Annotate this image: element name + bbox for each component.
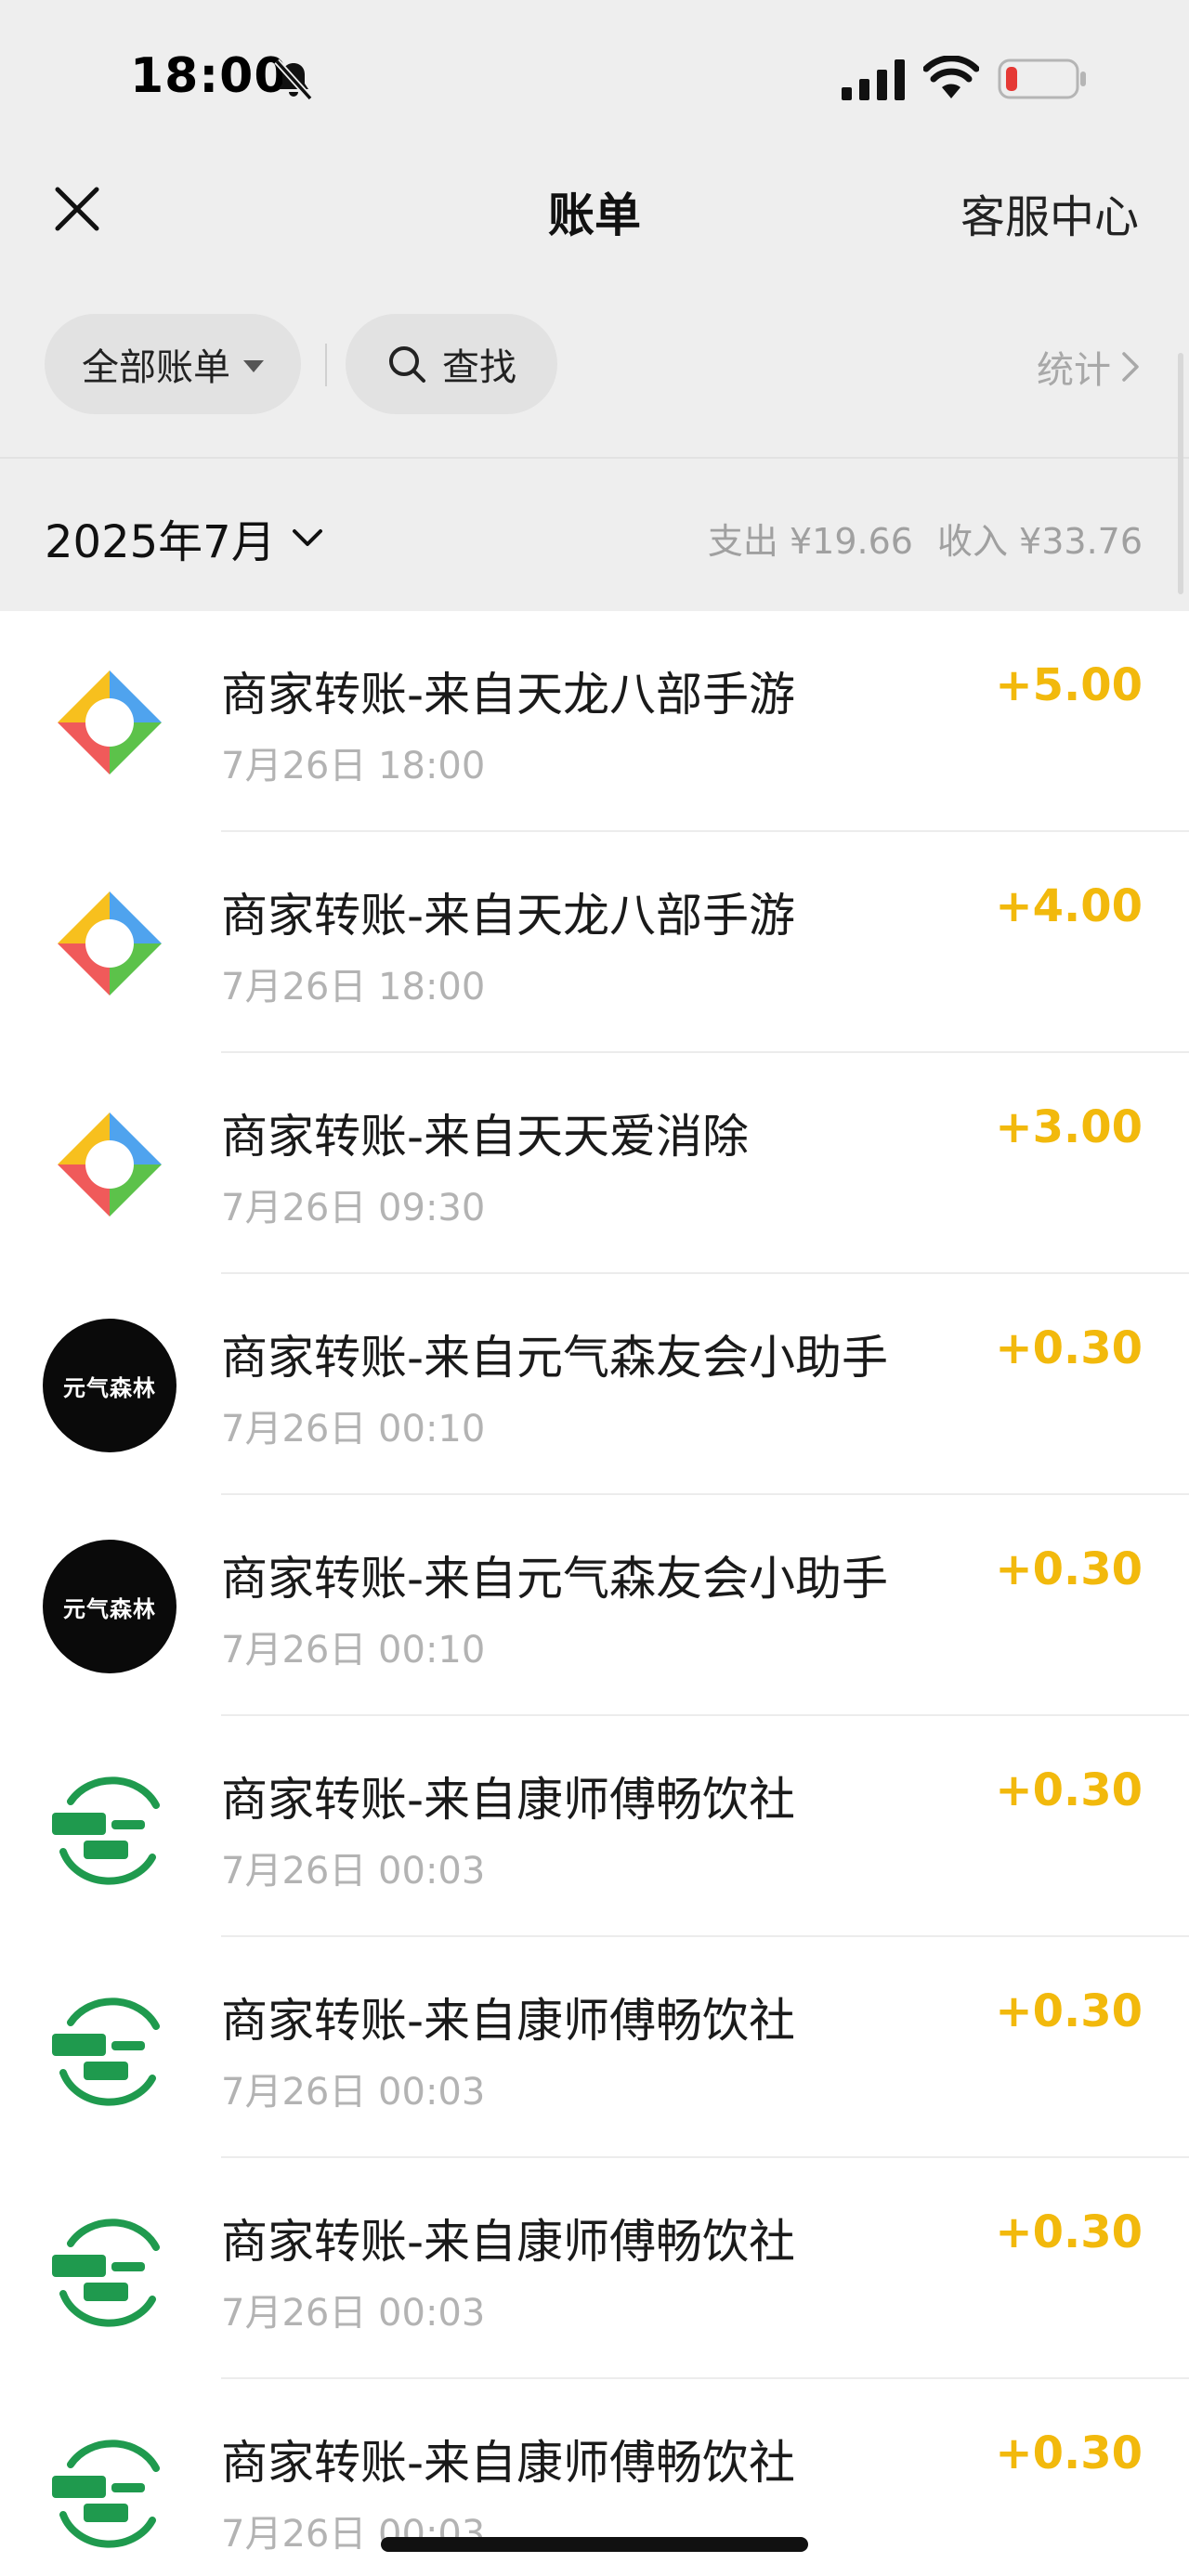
search-button[interactable]: 查找 — [346, 314, 557, 414]
bell-muted-icon — [274, 59, 313, 101]
transaction-title: 商家转账-来自康师傅畅饮社 — [221, 1773, 796, 1827]
transaction-row[interactable]: 元气森林 商家转账-来自元气森友会小助手 7月26日 00:10 +0.30 — [0, 1495, 1189, 1716]
status-time: 18:00 — [130, 48, 289, 104]
all-bills-label: 全部账单 — [82, 346, 230, 389]
chevron-right-icon — [1122, 352, 1139, 382]
customer-service-link[interactable]: 客服中心 — [960, 180, 1139, 245]
home-indicator — [381, 2537, 808, 2552]
tencent-games-icon — [58, 670, 162, 774]
transaction-amount: +3.00 — [995, 1101, 1143, 1153]
transaction-time: 7月26日 18:00 — [221, 745, 486, 787]
stats-label: 统计 — [1037, 349, 1111, 392]
transaction-row[interactable]: 商家转账-来自天天爱消除 7月26日 09:30 +3.00 — [0, 1053, 1189, 1274]
filter-divider — [325, 344, 327, 386]
transaction-amount: +0.30 — [995, 1764, 1143, 1816]
yuanqi-forest-logo: 元气森林 — [43, 1540, 176, 1673]
transaction-amount: +0.30 — [995, 1322, 1143, 1374]
summary-expense: 支出 ¥19.66 — [707, 521, 913, 562]
tencent-games-icon — [58, 1112, 162, 1216]
tencent-games-icon — [58, 891, 162, 995]
search-label: 查找 — [442, 346, 516, 389]
transaction-amount: +0.30 — [995, 1985, 1143, 2037]
summary-income: 收入 ¥33.76 — [936, 521, 1143, 562]
transaction-row[interactable]: 商家转账-来自康师傅畅饮社 7月26日 00:03 +0.30 — [0, 1937, 1189, 2158]
transaction-row[interactable]: 商家转账-来自康师傅畅饮社 7月26日 00:03 +0.30 — [0, 1716, 1189, 1937]
scrollbar[interactable] — [1178, 353, 1183, 594]
transaction-row[interactable]: 元气森林 商家转账-来自元气森友会小助手 7月26日 00:10 +0.30 — [0, 1274, 1189, 1495]
transaction-list: 商家转账-来自天龙八部手游 7月26日 18:00 +5.00 商家转账-来自天龙八部… — [0, 611, 1189, 2576]
kangshifu-logo — [52, 2439, 160, 2548]
wifi-icon — [923, 56, 979, 98]
transaction-time: 7月26日 00:03 — [221, 1850, 486, 1893]
transaction-row[interactable]: 商家转账-来自天龙八部手游 7月26日 18:00 +5.00 — [0, 611, 1189, 832]
transaction-amount: +0.30 — [995, 1543, 1143, 1595]
transaction-time: 7月26日 09:30 — [221, 1187, 486, 1229]
transaction-title: 商家转账-来自元气森友会小助手 — [221, 1331, 889, 1385]
transaction-amount: +0.30 — [995, 2427, 1143, 2479]
yuanqi-forest-logo: 元气森林 — [43, 1319, 176, 1452]
stats-link[interactable]: 统计 — [1037, 340, 1143, 394]
kangshifu-logo — [52, 1776, 160, 1885]
transaction-amount: +0.30 — [995, 2206, 1143, 2258]
month-selector[interactable]: 2025年7月 — [45, 505, 324, 570]
transaction-title: 商家转账-来自天龙八部手游 — [221, 668, 796, 722]
chevron-down-icon — [292, 529, 322, 546]
transaction-row[interactable]: 商家转账-来自天龙八部手游 7月26日 18:00 +4.00 — [0, 832, 1189, 1053]
kangshifu-logo — [52, 2218, 160, 2327]
transaction-time: 7月26日 00:10 — [221, 1629, 486, 1672]
transaction-title: 商家转账-来自元气森友会小助手 — [221, 1552, 889, 1606]
caret-down-icon — [243, 359, 264, 372]
transaction-row[interactable]: 商家转账-来自康师傅畅饮社 7月26日 00:03 +0.30 — [0, 2158, 1189, 2379]
battery-low-icon — [998, 59, 1086, 99]
transaction-title: 商家转账-来自天天爱消除 — [221, 1110, 750, 1164]
transaction-time: 7月26日 00:10 — [221, 1408, 486, 1451]
signal-icon — [842, 59, 905, 100]
kangshifu-logo — [52, 1997, 160, 2106]
transaction-title: 商家转账-来自康师傅畅饮社 — [221, 2436, 796, 2490]
transaction-amount: +5.00 — [995, 659, 1143, 711]
header-divider — [0, 457, 1189, 459]
transaction-time: 7月26日 00:03 — [221, 2071, 486, 2114]
transaction-title: 商家转账-来自康师傅畅饮社 — [221, 2215, 796, 2269]
month-summary: 支出 ¥19.66 收入 ¥33.76 — [708, 513, 1143, 564]
bill-screen: 18:00 账单 客服中心 全部账单 查找 统计 2025年7月 支出 ¥19.… — [0, 0, 1189, 2576]
transaction-amount: +4.00 — [995, 880, 1143, 932]
transaction-title: 商家转账-来自天龙八部手游 — [221, 889, 796, 943]
transaction-time: 7月26日 18:00 — [221, 966, 486, 1008]
all-bills-filter-button[interactable]: 全部账单 — [45, 314, 301, 414]
transaction-title: 商家转账-来自康师傅畅饮社 — [221, 1994, 796, 2048]
transaction-time: 7月26日 00:03 — [221, 2292, 486, 2335]
month-label: 2025年7月 — [45, 516, 276, 568]
search-icon — [389, 346, 425, 383]
